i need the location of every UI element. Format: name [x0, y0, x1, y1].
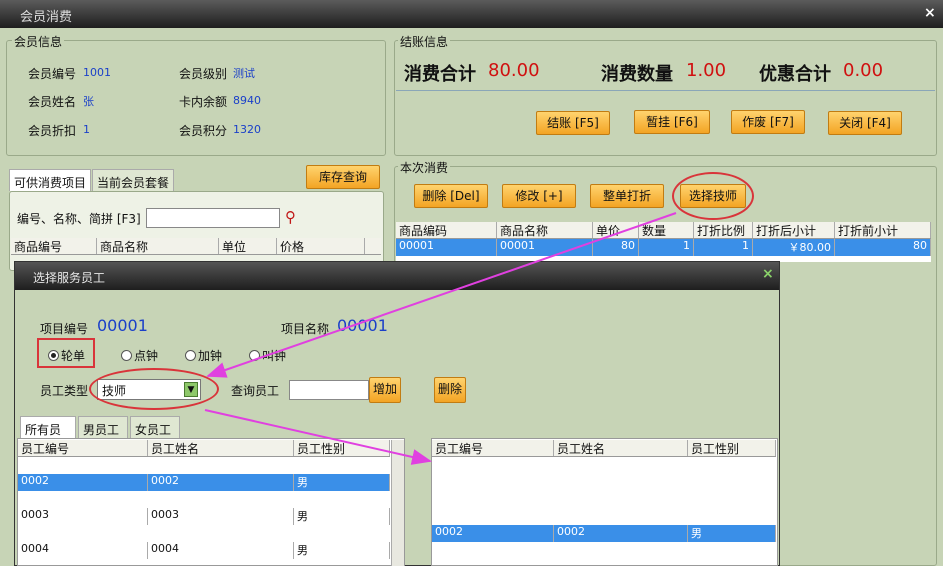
arrow-to-selected [204, 409, 432, 465]
arrow-to-type [206, 212, 677, 378]
annotation-arrows [204, 212, 677, 465]
